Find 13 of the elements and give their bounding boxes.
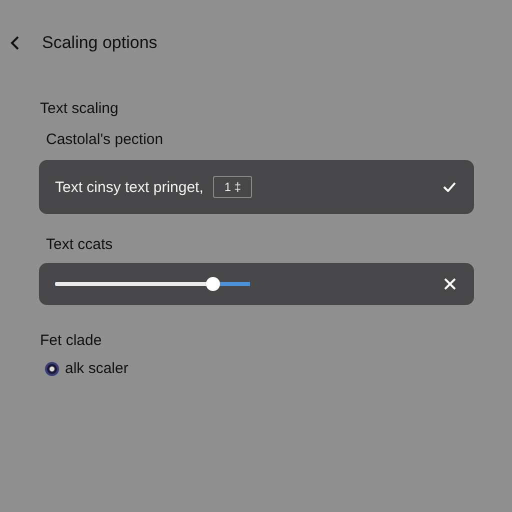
option-label: Text cinsy text pringet, — [55, 178, 204, 196]
radio-label: alk scaler — [65, 360, 128, 377]
radio-button[interactable] — [45, 362, 59, 376]
section-subtitle: Castolal's pection — [46, 131, 164, 148]
section-title: Text scaling — [40, 100, 120, 117]
page-title: Scaling options — [42, 33, 158, 53]
close-icon[interactable] — [444, 278, 456, 290]
section-title: Fet clade — [40, 332, 103, 349]
slider-label: Text ccats — [46, 236, 114, 253]
option-row[interactable]: Text cinsy text pringet, 1 ‡ — [39, 160, 474, 214]
slider-thumb[interactable] — [206, 277, 220, 291]
value-field[interactable]: 1 ‡ — [213, 176, 252, 198]
back-icon[interactable] — [10, 36, 20, 50]
